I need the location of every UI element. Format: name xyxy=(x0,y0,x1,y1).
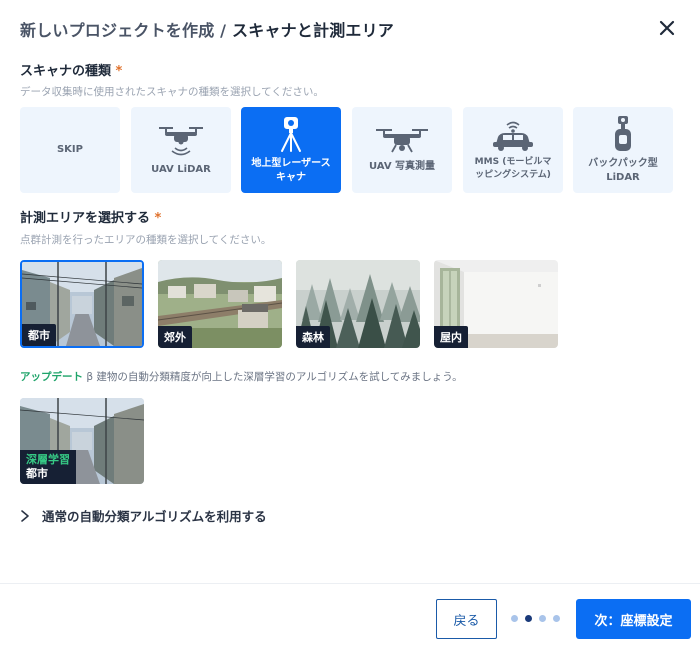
breadcrumb: 新しいプロジェクトを作成 / xyxy=(20,21,227,40)
deep-learning-urban-card[interactable]: 深層学習 都市 xyxy=(20,398,144,484)
scanner-type-help: データ収集時に使用されたスキャナの種類を選択してください。 xyxy=(20,86,324,98)
step-dot-current xyxy=(525,615,532,622)
urban-label: 都市 xyxy=(26,467,48,480)
area-option-urban[interactable]: 都市 xyxy=(20,260,144,348)
update-badge: アップデート xyxy=(20,371,83,383)
scanner-option-label: MMS (モービルマッピングシステム) xyxy=(474,157,552,180)
update-notice: アップデート β 建物の自動分類精度が向上した深層学習のアルゴリズムを試してみま… xyxy=(20,369,463,384)
scanner-option-label: SKIP xyxy=(56,144,83,155)
update-text: β 建物の自動分類精度が向上した深層学習のアルゴリズムを試してみましょう。 xyxy=(86,371,463,383)
scanner-option-label: バックパック型LiDAR xyxy=(588,158,658,183)
vehicle-scanner-icon xyxy=(493,121,533,151)
scanner-option-skip[interactable]: SKIP xyxy=(20,107,120,193)
area-option-label: 森林 xyxy=(296,326,330,348)
area-option-indoor[interactable]: 屋内 xyxy=(434,260,558,348)
area-option-forest[interactable]: 森林 xyxy=(296,260,420,348)
expander-label: 通常の自動分類アルゴリズムを利用する xyxy=(42,509,267,524)
tripod-scanner-icon xyxy=(281,117,301,152)
dialog-header: 新しいプロジェクトを作成 / スキャナと計測エリア xyxy=(20,17,680,41)
scanner-option-backpack[interactable]: バックパック型LiDAR xyxy=(573,107,673,193)
scanner-type-label: スキャナの種類 * xyxy=(20,60,122,79)
step-dot xyxy=(511,615,518,622)
deep-learning-tag: 深層学習 都市 xyxy=(20,450,76,484)
drone-camera-icon xyxy=(376,129,428,153)
area-option-label: 都市 xyxy=(22,324,56,346)
required-mark: * xyxy=(115,64,123,79)
backpack-lidar-icon xyxy=(615,116,631,151)
standard-algorithm-expander[interactable]: 通常の自動分類アルゴリズムを利用する xyxy=(20,506,267,525)
scanner-option-terrestrial[interactable]: 地上型レーザースキャナ xyxy=(241,107,341,193)
step-dot xyxy=(539,615,546,622)
scanner-option-uav-lidar[interactable]: UAV LiDAR xyxy=(131,107,231,193)
close-button[interactable] xyxy=(656,17,678,39)
area-type-label: 計測エリアを選択する * xyxy=(20,207,161,226)
drone-lidar-icon xyxy=(159,127,203,156)
dialog-title: 新しいプロジェクトを作成 / スキャナと計測エリア xyxy=(20,17,394,41)
area-option-suburban[interactable]: 郊外 xyxy=(158,260,282,348)
area-option-label: 郊外 xyxy=(158,326,192,348)
step-dot xyxy=(553,615,560,622)
scanner-option-label: UAV LiDAR xyxy=(151,164,211,175)
deep-learning-label: 深層学習 xyxy=(26,453,70,466)
scanner-option-mms[interactable]: MMS (モービルマッピングシステム) xyxy=(463,107,563,193)
scanner-options: SKIP UAV LiDAR 地上型レーザースキャナ UAV 写真測量 MMS … xyxy=(20,107,680,193)
area-options: 都市 郊外 森林 屋内 xyxy=(20,260,580,350)
scanner-option-uav-photogrammetry[interactable]: UAV 写真測量 xyxy=(352,107,452,193)
scanner-type-label-text: スキャナの種類 xyxy=(20,64,112,79)
step-indicator xyxy=(511,615,560,622)
area-type-help: 点群計測を行ったエリアの種類を選択してください。 xyxy=(20,234,272,246)
dialog-footer: 戻る 次：座標設定 xyxy=(0,583,700,645)
area-type-label-text: 計測エリアを選択する xyxy=(20,211,151,226)
required-mark: * xyxy=(154,211,162,226)
back-button[interactable]: 戻る xyxy=(436,599,497,639)
page-title: スキャナと計測エリア xyxy=(232,21,395,40)
scanner-option-label: UAV 写真測量 xyxy=(368,161,436,172)
area-option-label: 屋内 xyxy=(434,326,468,348)
close-icon xyxy=(659,20,675,36)
next-button[interactable]: 次：座標設定 xyxy=(576,599,691,639)
scanner-option-label: 地上型レーザースキャナ xyxy=(251,158,331,183)
chevron-right-icon xyxy=(21,509,29,522)
